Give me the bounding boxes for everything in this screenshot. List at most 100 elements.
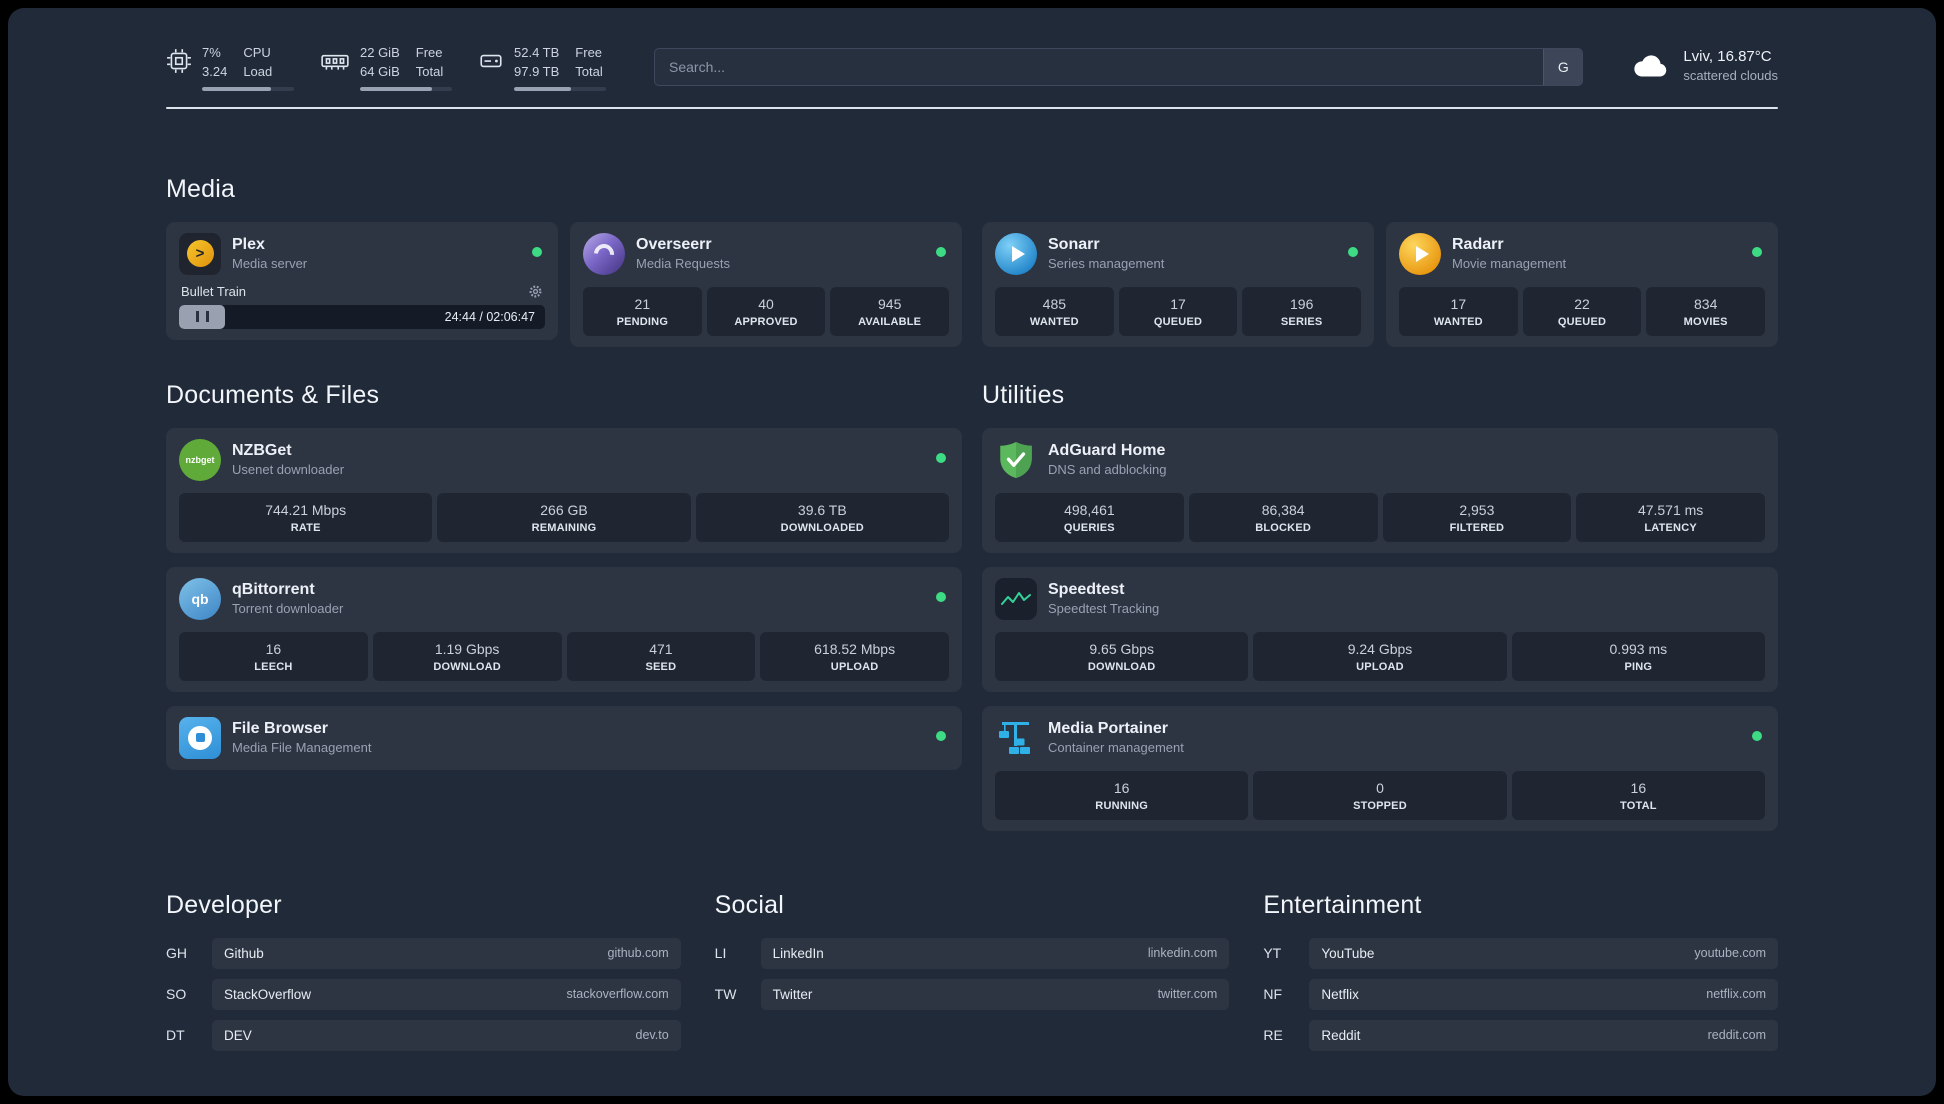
service-desc: Container management xyxy=(1048,740,1184,756)
bookmark-group-developer: Developer GH Github github.com SO StackO… xyxy=(166,891,681,1061)
service-card-adguard[interactable]: AdGuard Home DNS and adblocking 498,461 Q… xyxy=(982,427,1778,553)
bookmark-link-linkedin[interactable]: LinkedIn linkedin.com xyxy=(760,937,1230,969)
adguard-icon xyxy=(995,439,1037,481)
bookmark-link-dev[interactable]: DEV dev.to xyxy=(212,1019,681,1051)
stat-tile: 834 MOVIES xyxy=(1646,286,1766,336)
memory-free-label: Free xyxy=(415,45,443,60)
bookmark-domain: github.com xyxy=(607,946,669,961)
bookmark-abbr: DT xyxy=(166,1027,185,1044)
stat-tile: 40 APPROVED xyxy=(706,286,826,336)
stat-tile: 196 SERIES xyxy=(1242,286,1362,336)
service-name: Overseerr xyxy=(636,236,712,254)
service-name: Sonarr xyxy=(1048,236,1100,254)
status-dot xyxy=(936,730,946,741)
overseerr-icon xyxy=(583,232,625,275)
bookmark-row: NF Netflix netflix.com xyxy=(1263,978,1778,1010)
service-desc: Media File Management xyxy=(232,740,372,756)
bookmark-link-netflix[interactable]: Netflix netflix.com xyxy=(1309,978,1778,1010)
status-dot xyxy=(1752,730,1762,741)
plex-icon: > xyxy=(179,232,221,275)
service-card-qbittorrent[interactable]: qb qBittorrent Torrent downloader 16 LEEC… xyxy=(166,566,962,692)
service-desc: Torrent downloader xyxy=(232,601,344,617)
service-desc: Speedtest Tracking xyxy=(1048,601,1160,617)
service-card-portainer[interactable]: Media Portainer Container management 16 R… xyxy=(982,705,1778,831)
service-name: qBittorrent xyxy=(232,581,315,599)
cpu-percent: 7% xyxy=(202,45,221,60)
stat-tile: 86,384 BLOCKED xyxy=(1188,492,1378,542)
section-media: Media > Plex Media server Bullet Train 2… xyxy=(166,175,1778,347)
stat-tile: 16 RUNNING xyxy=(995,770,1249,820)
bookmark-link-youtube[interactable]: YouTube youtube.com xyxy=(1309,937,1778,969)
bookmark-row: GH Github github.com xyxy=(166,937,681,969)
disk-free-label: Free xyxy=(575,45,603,60)
player-time: 24:44 / 02:06:47 xyxy=(444,309,535,324)
cpu-label: CPU xyxy=(243,45,271,60)
bookmark-link-reddit[interactable]: Reddit reddit.com xyxy=(1309,1019,1778,1051)
cpu-icon xyxy=(166,48,192,74)
bookmark-row: RE Reddit reddit.com xyxy=(1263,1019,1778,1051)
bookmark-abbr: LI xyxy=(714,945,727,962)
service-card-radarr[interactable]: Radarr Movie management 17 WANTED 22 QUEUE… xyxy=(1386,221,1778,347)
bookmark-link-twitter[interactable]: Twitter twitter.com xyxy=(760,978,1230,1010)
stat-tile: 485 WANTED xyxy=(995,286,1114,336)
section-documents: Documents & Files nzbget NZBGet Usenet d… xyxy=(166,381,962,831)
disk-total-value: 97.9 TB xyxy=(514,63,560,79)
bookmark-name: Github xyxy=(224,945,264,961)
dashboard: 7% 3.24 CPU Load 22 GiB 64 GiB Free Tota… xyxy=(8,8,1936,1096)
stat-tile: 39.6 TB DOWNLOADED xyxy=(695,492,949,542)
service-card-nzbget[interactable]: nzbget NZBGet Usenet downloader 744.21 M… xyxy=(166,427,962,553)
window-frame: 7% 3.24 CPU Load 22 GiB 64 GiB Free Tota… xyxy=(0,0,1944,1104)
service-name: Plex xyxy=(232,236,265,254)
service-card-plex[interactable]: > Plex Media server Bullet Train 24:44 /… xyxy=(166,221,558,340)
memory-icon xyxy=(320,48,350,74)
stat-tile: 266 GB REMAINING xyxy=(437,492,691,542)
bookmark-link-github[interactable]: Github github.com xyxy=(212,937,681,969)
status-dot xyxy=(936,452,946,463)
service-card-overseerr[interactable]: Overseerr Media Requests 21 PENDING 40 APP… xyxy=(570,221,962,347)
section-title-developer: Developer xyxy=(166,890,282,919)
stat-tile: 471 SEED xyxy=(566,631,756,681)
search-input[interactable] xyxy=(655,49,1544,85)
search-provider-button[interactable]: G xyxy=(1543,49,1583,85)
status-dot xyxy=(1752,246,1762,257)
status-dot xyxy=(936,591,946,602)
memory-total-value: 64 GiB xyxy=(360,63,400,79)
search-bar: G xyxy=(654,48,1584,86)
stat-tile: 16 LEECH xyxy=(179,631,368,681)
status-dot xyxy=(1348,246,1358,257)
pause-button[interactable] xyxy=(179,304,225,329)
filebrowser-icon xyxy=(179,716,221,759)
stat-tile: 9.24 Gbps UPLOAD xyxy=(1253,631,1507,681)
service-card-filebrowser[interactable]: File Browser Media File Management xyxy=(166,705,962,770)
status-dot xyxy=(532,246,542,257)
section-title-utilities: Utilities xyxy=(982,380,1065,409)
qbittorrent-icon: qb xyxy=(179,577,221,620)
service-card-sonarr[interactable]: Sonarr Series management 485 WANTED 17 QUE… xyxy=(982,221,1374,347)
memory-total-label: Total xyxy=(415,63,444,79)
plex-now-playing: Bullet Train 24:44 / 02:06:47 xyxy=(179,284,545,329)
pause-icon xyxy=(195,311,209,323)
section-title-documents: Documents & Files xyxy=(166,380,380,409)
stat-tile: 0 STOPPED xyxy=(1253,770,1507,820)
service-name: File Browser xyxy=(232,720,329,738)
stat-tile: 47.571 ms LATENCY xyxy=(1576,492,1765,542)
section-utilities: Utilities AdGuard Home DNS and adblockin… xyxy=(982,381,1778,831)
section-title-entertainment: Entertainment xyxy=(1263,890,1422,919)
weather-location: Lviv, 16.87°C xyxy=(1683,48,1772,65)
bookmark-link-stackoverflow[interactable]: StackOverflow stackoverflow.com xyxy=(212,978,681,1010)
service-card-speedtest[interactable]: Speedtest Speedtest Tracking 9.65 Gbps DO… xyxy=(982,566,1778,692)
cpu-usage-bar xyxy=(202,86,294,91)
cpu-load-label: Load xyxy=(243,63,273,79)
section-title-social: Social xyxy=(714,890,784,919)
service-name: AdGuard Home xyxy=(1048,442,1166,460)
player-progress-bar[interactable]: 24:44 / 02:06:47 xyxy=(179,304,545,329)
stat-tile: 2,953 FILTERED xyxy=(1382,492,1572,542)
stat-tile: 17 QUEUED xyxy=(1118,286,1238,336)
bookmark-name: LinkedIn xyxy=(772,945,824,961)
gear-icon[interactable] xyxy=(528,284,543,299)
section-title-media: Media xyxy=(166,174,236,203)
radarr-icon xyxy=(1399,232,1441,275)
bookmark-domain: twitter.com xyxy=(1157,987,1218,1002)
bookmark-row: TW Twitter twitter.com xyxy=(715,978,1230,1010)
bookmark-name: Netflix xyxy=(1321,986,1359,1002)
